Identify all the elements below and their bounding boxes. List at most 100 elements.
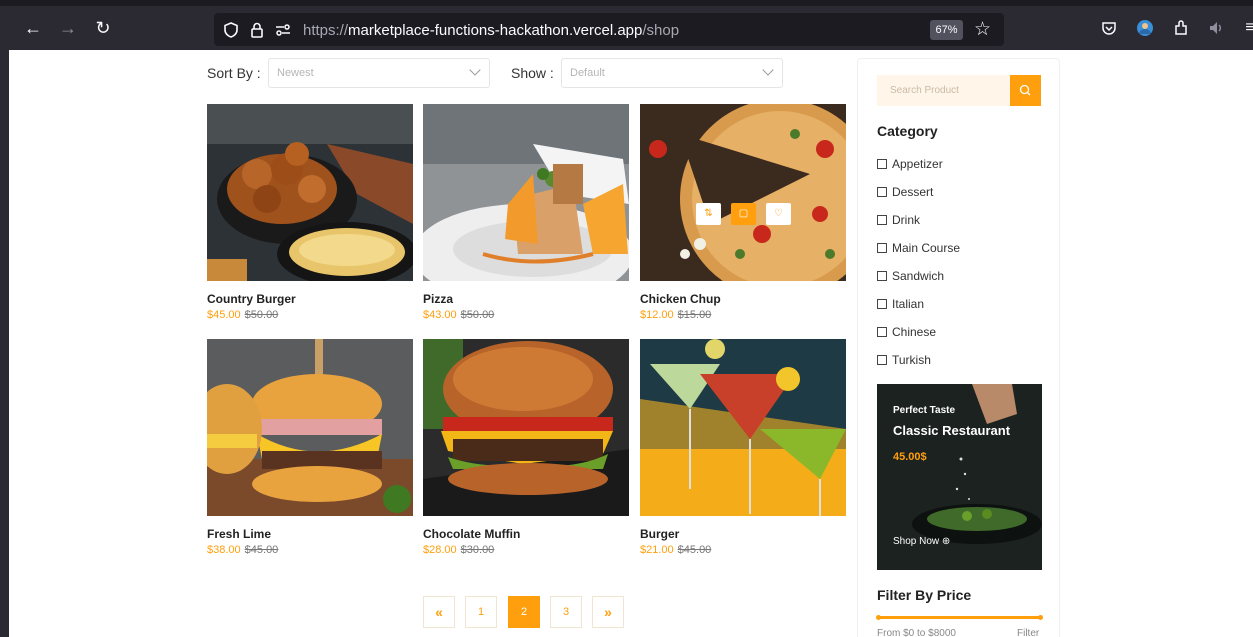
checkbox-icon[interactable] [877,159,887,169]
url-scheme: https:// [303,22,349,39]
search-input[interactable]: Search Product [877,75,1010,106]
category-label: Chinese [892,325,937,339]
product-image[interactable] [207,339,413,516]
product-price: $43.00 $50.00 [423,309,494,321]
product-image[interactable] [423,104,629,281]
price-range-text: From $0 to $8000 [877,628,956,637]
checkbox-icon[interactable] [877,355,887,365]
pagination-page-button[interactable]: 3 [550,596,582,628]
shop-now-label: Shop Now [893,536,940,547]
category-checkbox[interactable]: Drink [877,213,920,227]
promo-banner[interactable]: Perfect Taste Classic Restaurant 45.00$ … [877,384,1042,570]
product-name[interactable]: Pizza [423,292,453,306]
checkbox-icon[interactable] [877,187,887,197]
search-icon [1019,84,1031,96]
product-card[interactable]: ⇅ ▢ ♡ Chicken Chup $12.00 $15.00 [640,104,846,321]
search-placeholder: Search Product [890,85,959,96]
product-image[interactable]: ⇅ ▢ ♡ [640,104,846,281]
product-card[interactable]: Pizza $43.00 $50.00 [423,104,629,321]
product-price: $21.00 $45.00 [640,544,711,556]
shield-icon[interactable] [222,21,240,39]
show-select[interactable]: Default [561,58,783,88]
category-checkbox[interactable]: Appetizer [877,157,943,171]
product-price: $45.00 $50.00 [207,309,278,321]
product-card[interactable]: Burger $21.00 $45.00 [640,339,846,556]
checkbox-icon[interactable] [877,299,887,309]
category-label: Italian [892,297,925,311]
old-price: $15.00 [677,309,712,321]
category-checkbox[interactable]: Main Course [877,241,960,255]
bookmark-star-icon[interactable]: ☆ [974,18,991,41]
old-price: $50.00 [460,309,495,321]
slider-max-handle[interactable] [1038,615,1043,620]
old-price: $30.00 [460,544,495,556]
url-bar[interactable]: https://marketplace-functions-hackathon.… [214,13,1004,46]
product-card[interactable]: Chocolate Muffin $28.00 $30.00 [423,339,629,556]
search-button[interactable] [1010,75,1041,106]
promo-price: 45.00$ [893,451,927,463]
pocket-icon[interactable] [1100,19,1118,37]
price-filter-title: Filter By Price [877,587,972,603]
pagination-prev-button[interactable]: « [423,596,455,628]
category-label: Main Course [892,241,961,255]
forward-arrow-icon[interactable]: → [58,18,78,38]
back-arrow-icon[interactable]: ← [23,18,43,38]
shop-sidebar: Search Product Category Appetizer Desser… [857,58,1060,637]
menu-icon[interactable]: ≡ [1240,18,1253,38]
zoom-level-badge[interactable]: 67% [930,20,963,40]
product-image[interactable] [423,339,629,516]
product-image[interactable] [207,104,413,281]
price-range-slider[interactable] [876,615,1043,620]
product-name[interactable]: Country Burger [207,292,296,306]
speaker-icon[interactable] [1207,19,1225,37]
filter-button[interactable]: Filter [1017,628,1039,637]
checkbox-icon[interactable] [877,271,887,281]
url-text[interactable]: https://marketplace-functions-hackathon.… [303,22,679,39]
pagination-next-button[interactable]: » [592,596,624,628]
compare-icon[interactable]: ⇅ [696,203,721,225]
product-name[interactable]: Burger [640,527,679,541]
category-checkbox[interactable]: Dessert [877,185,933,199]
slider-min-handle[interactable] [876,615,881,620]
category-title: Category [877,123,938,139]
sort-by-label: Sort By : [207,65,261,81]
current-price: $45.00 [207,309,241,321]
current-price: $43.00 [423,309,457,321]
shop-now-link[interactable]: Shop Now ⊕ [893,536,950,547]
product-card[interactable]: Fresh Lime $38.00 $45.00 [207,339,413,556]
product-name[interactable]: Chicken Chup [640,292,721,306]
product-card[interactable]: Country Burger $45.00 $50.00 [207,104,413,321]
chevron-down-icon [469,64,481,76]
permissions-icon[interactable] [274,21,292,39]
product-name[interactable]: Fresh Lime [207,527,271,541]
chevron-down-icon [762,64,774,76]
product-image[interactable] [640,339,846,516]
heart-icon[interactable]: ♡ [766,203,791,225]
promo-title: Classic Restaurant [893,423,1011,438]
category-checkbox[interactable]: Italian [877,297,924,311]
sort-select[interactable]: Newest [268,58,490,88]
lock-icon[interactable] [248,21,266,39]
category-checkbox[interactable]: Chinese [877,325,936,339]
pagination-page-button[interactable]: 2 [508,596,540,628]
category-checkbox[interactable]: Turkish [877,353,931,367]
current-price: $21.00 [640,544,674,556]
category-checkbox[interactable]: Sandwich [877,269,944,283]
product-price: $38.00 $45.00 [207,544,278,556]
product-price: $12.00 $15.00 [640,309,711,321]
window-edge [0,50,9,637]
reload-icon[interactable]: ↻ [93,18,113,38]
cart-icon[interactable]: ▢ [731,203,756,225]
checkbox-icon[interactable] [877,243,887,253]
checkbox-icon[interactable] [877,215,887,225]
sort-select-value: Newest [277,67,314,79]
account-avatar-icon[interactable] [1136,19,1154,37]
url-host: marketplace-functions-hackathon.vercel.a… [348,22,643,39]
old-price: $50.00 [244,309,279,321]
pagination-page-button[interactable]: 1 [465,596,497,628]
checkbox-icon[interactable] [877,327,887,337]
extensions-icon[interactable] [1172,19,1190,37]
category-label: Dessert [892,185,934,199]
old-price: $45.00 [677,544,712,556]
product-name[interactable]: Chocolate Muffin [423,527,520,541]
